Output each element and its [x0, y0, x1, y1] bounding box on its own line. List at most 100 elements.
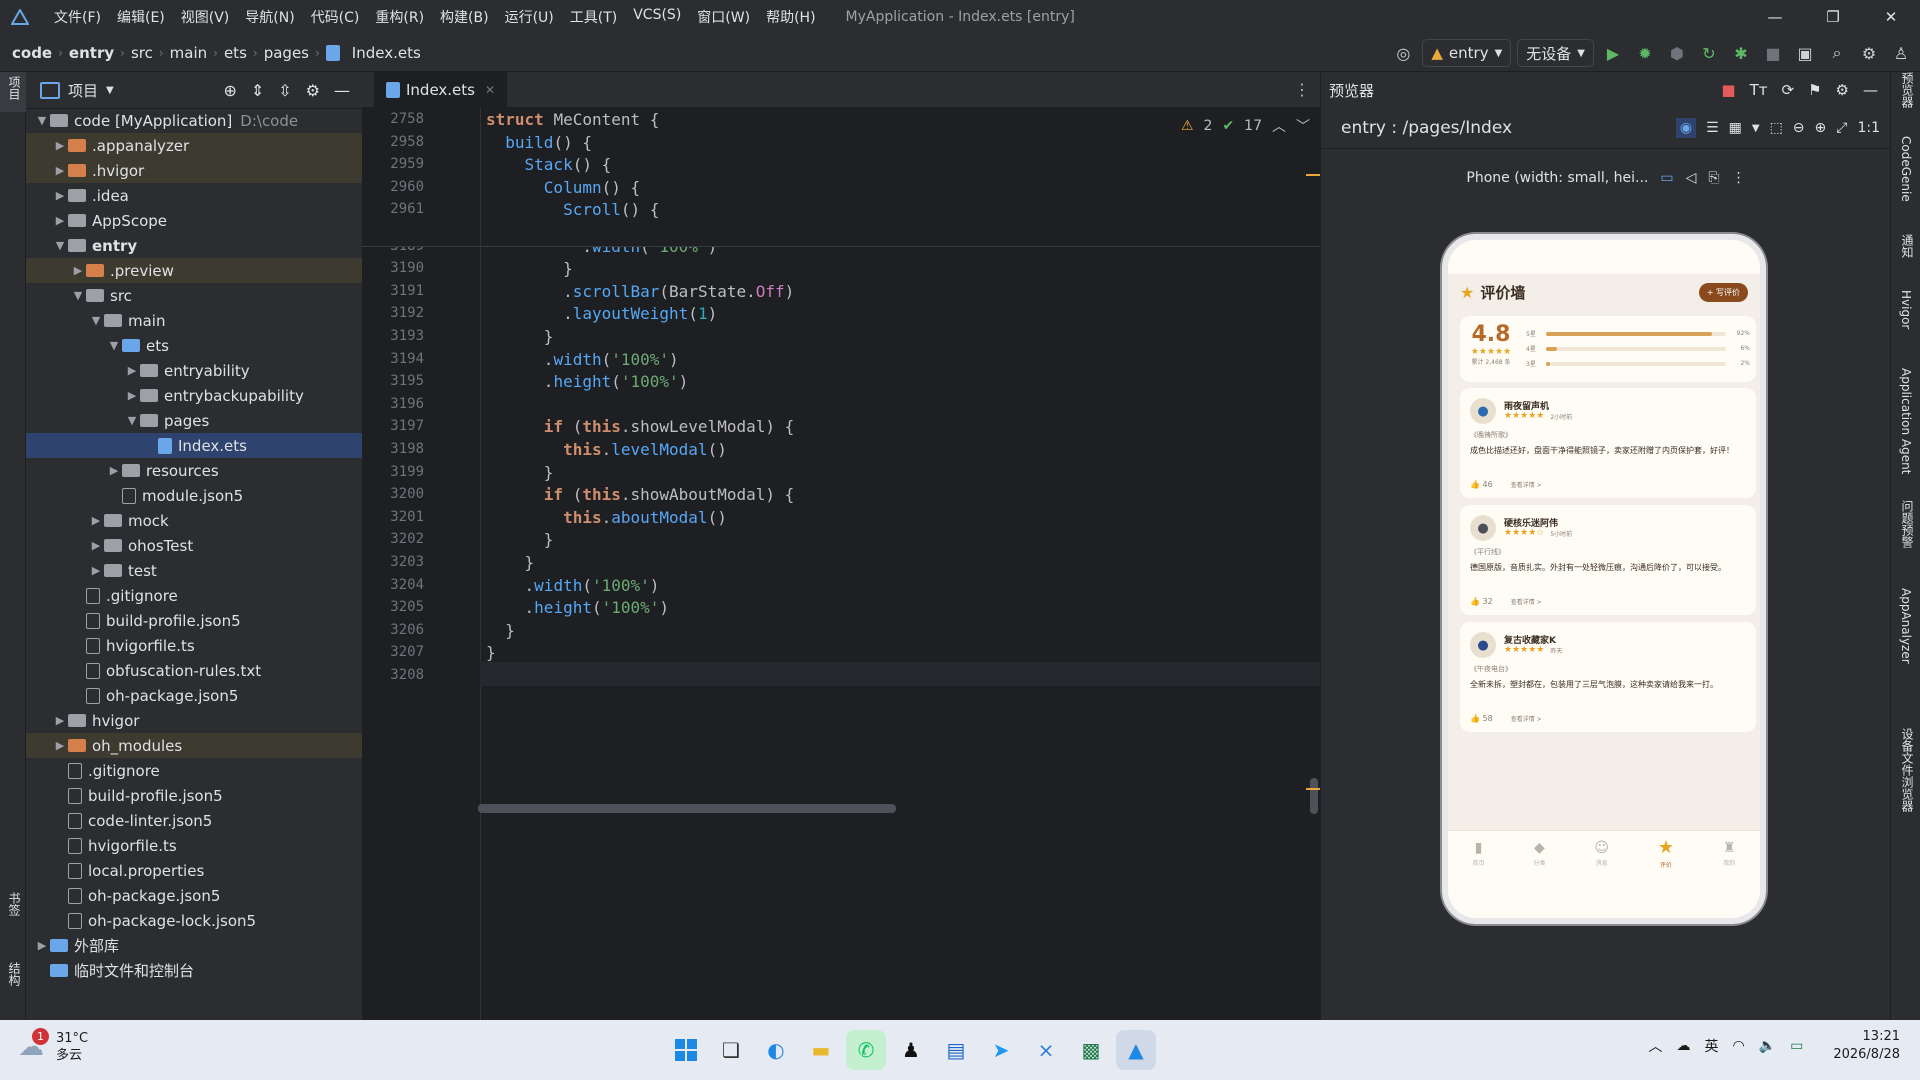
tree-item[interactable]: hvigorfile.ts [26, 833, 362, 858]
structure-tool-button[interactable]: 结构 [6, 962, 23, 986]
view-details-link[interactable]: 查看详情 > [1511, 597, 1542, 606]
fit-screen-icon[interactable]: ⤢ [1836, 120, 1847, 136]
collapsed-arrow-icon[interactable]: ▶ [34, 939, 50, 952]
close-tab-icon[interactable]: ✕ [485, 83, 495, 97]
menu-item[interactable]: VCS(S) [625, 7, 689, 27]
tree-item[interactable]: build-profile.json5 [26, 783, 362, 808]
code-line[interactable]: .scrollBar(BarState.Off) [486, 282, 794, 301]
menu-item[interactable]: 视图(V) [173, 7, 238, 27]
clock[interactable]: 13:21 2026/8/28 [1833, 1028, 1900, 1064]
expanded-arrow-icon[interactable]: ▼ [52, 239, 68, 252]
view-details-link[interactable]: 查看详情 > [1511, 714, 1542, 723]
preview-settings-icon[interactable]: ⚙ [1836, 81, 1849, 99]
review-card[interactable]: ● 硬核乐迷阿伟 ★★★★☆ 5小时前 《平行线》 德国原版，音质扎实。外封有一处轻微压痕… [1460, 505, 1756, 615]
code-line[interactable]: } [486, 621, 515, 640]
onedrive-icon[interactable]: ☁ [1676, 1038, 1690, 1054]
tree-item[interactable]: ▶ entrybackupability [26, 383, 362, 408]
collapsed-arrow-icon[interactable]: ▶ [88, 539, 104, 552]
code-line[interactable]: } [486, 463, 554, 482]
stop-icon[interactable]: ■ [1760, 40, 1786, 66]
excel-icon[interactable]: ▩ [1071, 1030, 1111, 1070]
menu-item[interactable]: 构建(B) [432, 7, 497, 27]
tree-item[interactable]: ▶ hvigor [26, 708, 362, 733]
collapsed-arrow-icon[interactable]: ▶ [124, 364, 140, 377]
code-line[interactable]: this.aboutModal() [486, 508, 727, 527]
menu-item[interactable]: 重构(R) [367, 7, 432, 27]
menu-item[interactable]: 代码(C) [303, 7, 368, 27]
tab-0[interactable]: ▮ 首页 [1472, 840, 1484, 867]
preview-mode-icon[interactable]: ◉ [1675, 118, 1697, 138]
tree-item[interactable]: ▶ ohosTest [26, 533, 362, 558]
vscode-icon[interactable]: ⨯ [1026, 1030, 1066, 1070]
menu-item[interactable]: 运行(U) [497, 7, 562, 27]
zoom-out-icon[interactable]: ⊖ [1793, 120, 1805, 136]
breadcrumb-item[interactable]: Index.ets [348, 44, 425, 62]
input-method-indicator[interactable]: 英 [1704, 1036, 1718, 1056]
run-icon[interactable]: ▶ [1600, 40, 1626, 66]
frame-icon[interactable]: ⬚ [1770, 120, 1783, 136]
device-manager-icon[interactable]: ▣ [1792, 40, 1818, 66]
menu-item[interactable]: 工具(T) [562, 7, 625, 27]
breadcrumb-item[interactable]: pages [260, 44, 313, 62]
tool-window-button[interactable]: 预览器 [1899, 72, 1916, 108]
tree-item[interactable]: .gitignore [26, 583, 362, 608]
edge-icon[interactable]: ◐ [756, 1030, 796, 1070]
locate-icon[interactable]: ◎ [1390, 40, 1416, 66]
tree-item[interactable]: local.properties [26, 858, 362, 883]
chevron-down-icon[interactable]: ▼ [106, 85, 114, 96]
code-line[interactable]: .width('100%') [486, 576, 660, 595]
inspector-icon[interactable]: ⚑ [1808, 81, 1821, 99]
code-line[interactable]: .layoutWeight(1) [486, 304, 717, 323]
more-tabs-icon[interactable]: ⋮ [1294, 80, 1310, 99]
tool-window-button[interactable]: Application Agent [1899, 368, 1913, 474]
tree-item[interactable]: ▶ oh_modules [26, 733, 362, 758]
tree-item[interactable]: 临时文件和控制台 [26, 958, 362, 983]
battery-icon[interactable]: ▭ [1790, 1038, 1803, 1054]
account-icon[interactable]: ♙ [1888, 40, 1914, 66]
project-panel-title[interactable]: 项目 [68, 80, 98, 101]
rotate-back-icon[interactable]: ◁ [1686, 170, 1697, 186]
tree-item[interactable]: ▼ ets [26, 333, 362, 358]
tree-item[interactable]: .gitignore [26, 758, 362, 783]
tree-item[interactable]: ▼ code [MyApplication] D:\code [26, 108, 362, 133]
tree-item[interactable]: ▼ src [26, 283, 362, 308]
expand-all-icon[interactable]: ⇕ [251, 81, 264, 100]
tool-window-button[interactable]: 通知 [1899, 234, 1916, 258]
volume-icon[interactable]: 🔈 [1759, 1038, 1776, 1054]
expanded-arrow-icon[interactable]: ▼ [106, 339, 122, 352]
warning-marker[interactable] [1306, 174, 1320, 176]
tree-item[interactable]: ▶ AppScope [26, 208, 362, 233]
expanded-arrow-icon[interactable]: ▼ [34, 114, 50, 127]
tray-overflow-icon[interactable]: ︿ [1648, 1036, 1662, 1056]
hide-preview-icon[interactable]: — [1863, 81, 1878, 99]
tree-item[interactable]: oh-package.json5 [26, 683, 362, 708]
previous-highlight-icon[interactable]: ︿ [1272, 116, 1286, 136]
run-config-select[interactable]: ▲ entry ▼ [1422, 39, 1512, 67]
tree-item[interactable]: ▶ mock [26, 508, 362, 533]
menu-item[interactable]: 文件(F) [46, 7, 109, 27]
store-icon[interactable]: ▤ [936, 1030, 976, 1070]
tree-item[interactable]: ▶ test [26, 558, 362, 583]
breadcrumb-item[interactable]: ets [220, 44, 251, 62]
locate-file-icon[interactable]: ⊕ [223, 81, 236, 100]
tab-1[interactable]: ◆ 分类 [1533, 840, 1545, 867]
tree-item[interactable]: ▶ .hvigor [26, 158, 362, 183]
next-highlight-icon[interactable]: ﹀ [1296, 116, 1310, 136]
warning-marker[interactable] [1306, 788, 1320, 790]
view-details-link[interactable]: 查看详情 > [1511, 480, 1542, 489]
collapsed-arrow-icon[interactable]: ▶ [88, 514, 104, 527]
tree-item[interactable]: ▶ .idea [26, 183, 362, 208]
write-review-button[interactable]: + 写评价 [1698, 282, 1748, 302]
collapsed-arrow-icon[interactable]: ▶ [106, 464, 122, 477]
tab-2[interactable]: ☺ 消息 [1594, 840, 1609, 867]
tree-item[interactable]: ▶ .appanalyzer [26, 133, 362, 158]
sticky-scroll-header[interactable]: 2758 struct MeContent {2958 build() {2959… [362, 108, 1320, 247]
like-button[interactable]: 👍 46 [1470, 480, 1493, 489]
collapsed-arrow-icon[interactable]: ▶ [52, 189, 68, 202]
file-explorer-icon[interactable]: ▬ [801, 1030, 841, 1070]
collapsed-arrow-icon[interactable]: ▶ [88, 564, 104, 577]
tool-window-button[interactable]: 问题预警 [1899, 500, 1916, 548]
code-line[interactable]: } [486, 259, 573, 278]
rerun-icon[interactable]: ↻ [1696, 40, 1722, 66]
phone-preview[interactable]: ★ 评价墙 + 写评价 4.8 ★★★★★ 累计 2,468 条 5星 92% 4星… [1442, 234, 1766, 924]
